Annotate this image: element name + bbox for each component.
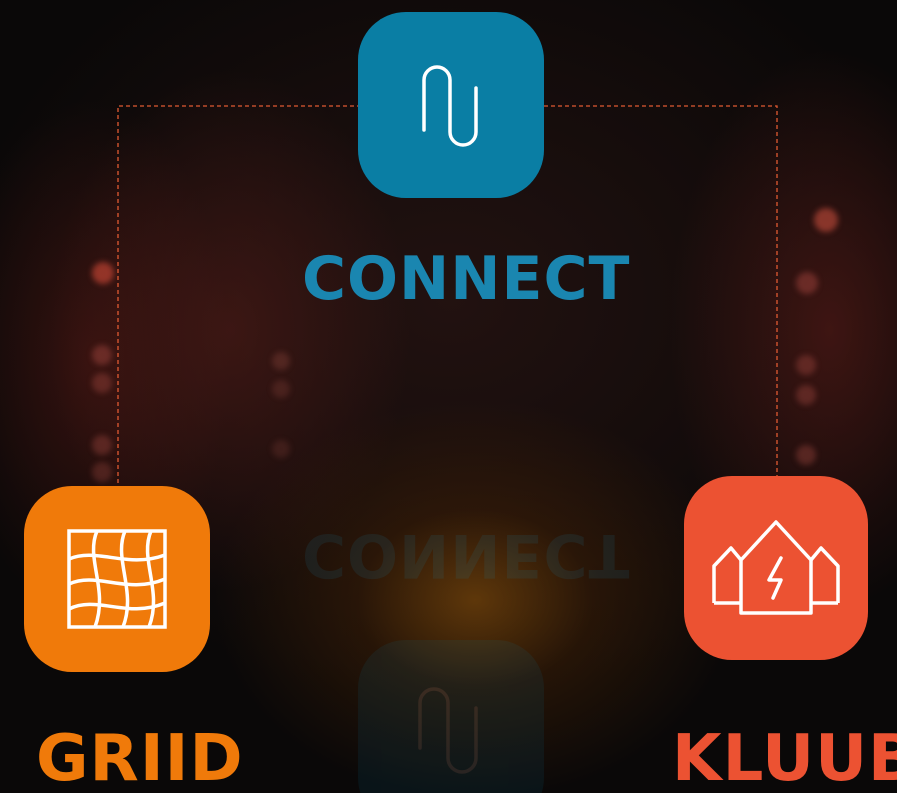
diagram-stage: CONNECT CONNECT GRIID KLUUB: [0, 0, 897, 793]
connect-icon-tile-reflection: [358, 640, 544, 793]
griid-label: GRIID: [36, 722, 244, 793]
connect-label: CONNECT: [302, 244, 631, 314]
houses-energy-icon: [712, 520, 840, 615]
grid-mesh-icon: [67, 529, 167, 629]
griid-icon-tile[interactable]: [24, 486, 210, 672]
connect-icon-tile[interactable]: [358, 12, 544, 198]
paperclip-icon: [422, 65, 478, 147]
kluub-icon-tile[interactable]: [684, 476, 868, 660]
paperclip-icon: [418, 687, 478, 774]
connect-label-reflection: CONNECT: [302, 520, 631, 590]
kluub-label: KLUUB: [672, 722, 897, 793]
